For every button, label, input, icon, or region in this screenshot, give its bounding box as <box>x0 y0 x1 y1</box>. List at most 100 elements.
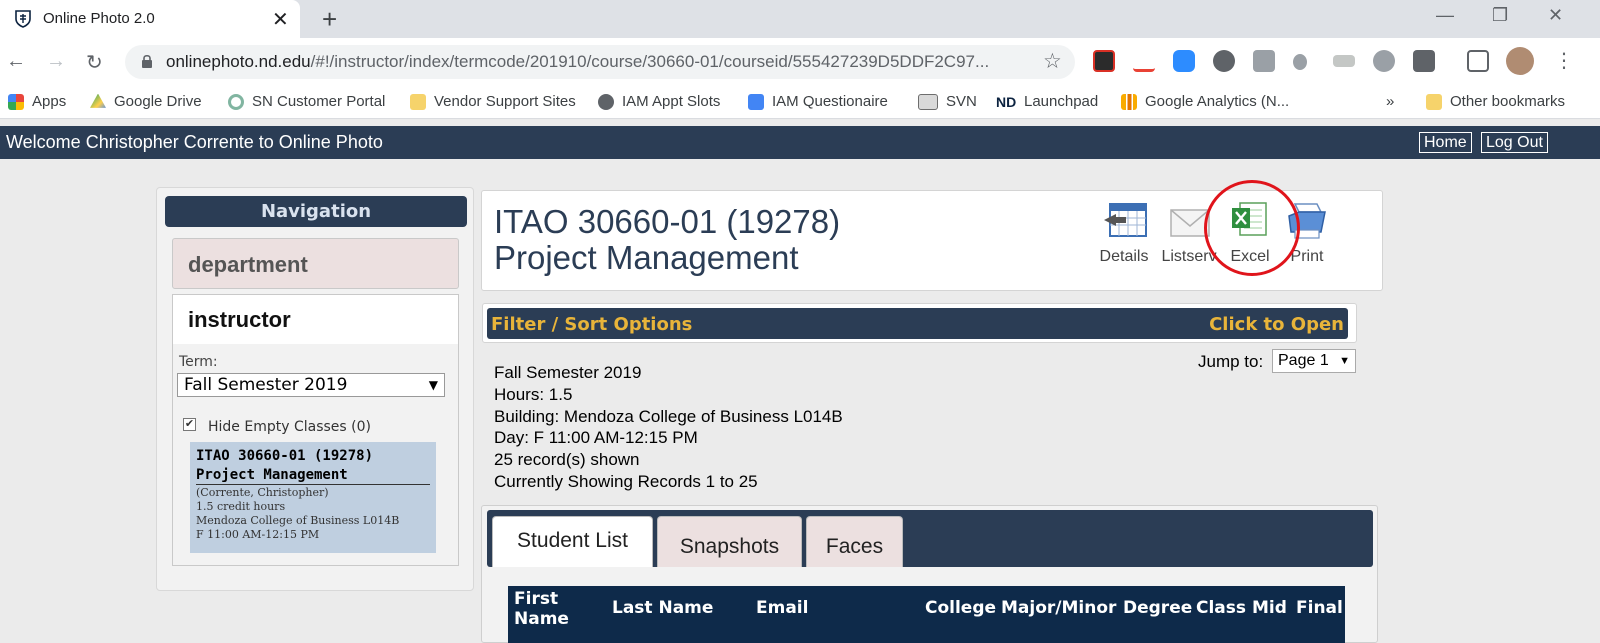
google-docs-icon <box>748 93 764 110</box>
info-showing: Currently Showing Records 1 to 25 <box>494 472 758 491</box>
dropdown-arrow-icon: ▼ <box>428 378 438 392</box>
course-card-title: ITAO 30660-01 (19278) <box>196 448 374 464</box>
zoom-extension-icon[interactable] <box>1173 50 1195 72</box>
course-card-building: Mendoza College of Business L014B <box>196 514 400 527</box>
nav-tab-instructor[interactable]: instructor <box>172 294 459 344</box>
hide-empty-classes-checkbox[interactable]: ✔ <box>183 418 196 431</box>
column-class[interactable]: Class <box>1196 598 1246 618</box>
screenshot-extension-icon[interactable] <box>1333 55 1355 67</box>
arc-extension-icon[interactable] <box>1133 50 1155 72</box>
course-code: ITAO 30660-01 (19278) <box>494 203 841 240</box>
app-header: Welcome Christopher Corrente to Online P… <box>0 126 1600 159</box>
term-label: Term: <box>179 354 218 370</box>
course-card-time: F 11:00 AM-12:15 PM <box>196 528 320 541</box>
bookmarks-bar: Apps Google Drive SN Customer Portal Ven… <box>0 86 1600 119</box>
menu-kebab-icon[interactable]: ⋮ <box>1554 48 1574 73</box>
logout-button[interactable]: Log Out <box>1481 132 1548 153</box>
bookmark-google-drive[interactable]: Google Drive <box>90 93 202 110</box>
home-button[interactable]: Home <box>1419 132 1472 153</box>
page-jump-select[interactable]: Page 1 ▼ <box>1272 349 1356 373</box>
tab-faces[interactable]: Faces <box>806 516 903 567</box>
stats-extension-icon[interactable] <box>1373 50 1395 72</box>
details-label: Details <box>1099 248 1149 265</box>
bookmark-google-analytics[interactable]: Google Analytics (N... <box>1121 93 1289 110</box>
url-path: /#!/instructor/index/termcode/201910/cou… <box>310 52 990 71</box>
close-tab-icon[interactable]: ✕ <box>272 7 289 32</box>
filter-sort-label: Filter / Sort Options <box>491 314 693 335</box>
bookmark-other-bookmarks[interactable]: Other bookmarks <box>1426 93 1565 110</box>
course-list-item[interactable]: ITAO 30660-01 (19278) Project Management… <box>190 442 436 553</box>
tab-title: Online Photo 2.0 <box>43 10 155 27</box>
folder-icon <box>1426 93 1442 110</box>
url-host: onlinephoto.nd.edu <box>166 52 311 71</box>
minimize-icon[interactable]: — <box>1436 5 1454 26</box>
dark-reader-extension-icon[interactable] <box>1213 50 1235 72</box>
info-term: Fall Semester 2019 <box>494 363 642 382</box>
bookmark-apps[interactable]: Apps <box>8 93 66 110</box>
info-building: Building: Mendoza College of Business L0… <box>494 407 843 426</box>
info-day: Day: F 11:00 AM-12:15 PM <box>494 428 698 447</box>
jump-to-label: Jump to: <box>1198 352 1264 371</box>
analytics-icon <box>1121 93 1137 110</box>
reload-icon[interactable]: ↻ <box>86 50 103 75</box>
browser-tab-strip: Online Photo 2.0 ✕ + — ❐ ✕ <box>0 0 1600 38</box>
folder-icon <box>410 93 426 110</box>
cast-icon[interactable] <box>1467 50 1489 72</box>
filter-sort-toggle[interactable]: Filter / Sort Options Click to Open <box>487 308 1348 339</box>
servicenow-icon <box>228 93 244 110</box>
back-icon[interactable]: ← <box>6 50 26 73</box>
column-first-name[interactable]: First Name <box>514 589 569 629</box>
click-to-open-label: Click to Open <box>1209 314 1344 335</box>
browser-toolbar: ← → ↻ onlinephoto.nd.edu/#!/instructor/i… <box>0 38 1600 86</box>
bookmark-vendor-support-sites[interactable]: Vendor Support Sites <box>410 93 576 110</box>
student-table-header: First Name Last Name Email College Major/… <box>508 586 1345 643</box>
print-friendly-extension-icon[interactable] <box>1253 50 1275 72</box>
info-hours: Hours: 1.5 <box>494 385 573 404</box>
hide-empty-classes-label: Hide Empty Classes (0) <box>208 419 371 435</box>
course-card-credits: 1.5 credit hours <box>196 500 286 513</box>
globe-icon <box>598 93 614 110</box>
tab-student-list[interactable]: Student List <box>492 516 653 567</box>
apps-grid-icon <box>8 93 24 110</box>
navigation-heading: Navigation <box>165 196 467 227</box>
excel-highlight-circle <box>1204 180 1300 276</box>
pdf-extension-icon[interactable] <box>1093 50 1115 72</box>
forward-icon[interactable]: → <box>46 50 66 73</box>
notre-dame-icon: ND <box>996 93 1017 110</box>
new-tab-icon[interactable]: + <box>322 4 337 35</box>
course-name: Project Management <box>494 239 799 276</box>
course-card-name: Project Management <box>196 467 348 483</box>
column-final[interactable]: Final <box>1296 598 1343 618</box>
address-bar[interactable]: onlinephoto.nd.edu/#!/instructor/index/t… <box>125 45 1075 79</box>
column-mid[interactable]: Mid <box>1252 598 1287 618</box>
bookmarks-overflow-icon[interactable]: » <box>1386 93 1394 110</box>
column-college[interactable]: College <box>925 598 996 618</box>
bookmark-iam-questionaire[interactable]: IAM Questionaire <box>748 93 888 110</box>
lock-icon <box>142 54 152 68</box>
bookmark-sn-customer-portal[interactable]: SN Customer Portal <box>228 93 385 110</box>
info-records: 25 record(s) shown <box>494 450 640 469</box>
notre-dame-shield-icon <box>15 10 31 28</box>
term-select[interactable]: Fall Semester 2019 ▼ <box>177 373 445 397</box>
profile-avatar[interactable] <box>1506 47 1534 75</box>
course-card-divider <box>196 484 430 485</box>
tab-snapshots[interactable]: Snapshots <box>657 516 802 567</box>
lightbulb-extension-icon[interactable] <box>1293 54 1307 70</box>
column-email[interactable]: Email <box>756 598 808 618</box>
bookmark-iam-appt-slots[interactable]: IAM Appt Slots <box>598 93 720 110</box>
welcome-message: Welcome Christopher Corrente to Online P… <box>6 132 383 152</box>
reader-extension-icon[interactable] <box>1413 50 1435 72</box>
course-card-instructor: (Corrente, Christopher) <box>196 486 329 499</box>
dropdown-arrow-icon: ▼ <box>1339 355 1350 367</box>
bookmark-svn[interactable]: SVN <box>918 93 977 110</box>
browser-tab[interactable]: Online Photo 2.0 ✕ <box>0 0 300 38</box>
window-close-icon[interactable]: ✕ <box>1548 5 1563 26</box>
restore-icon[interactable]: ❐ <box>1492 5 1508 26</box>
column-last-name[interactable]: Last Name <box>612 598 713 618</box>
bookmark-star-icon[interactable]: ☆ <box>1043 49 1062 74</box>
calendar-icon <box>1104 203 1147 237</box>
column-major-minor[interactable]: Major/Minor <box>1001 598 1116 618</box>
column-degree[interactable]: Degree <box>1123 598 1192 618</box>
bookmark-launchpad[interactable]: ND Launchpad <box>996 93 1098 110</box>
nav-tab-department[interactable]: department <box>172 238 459 289</box>
